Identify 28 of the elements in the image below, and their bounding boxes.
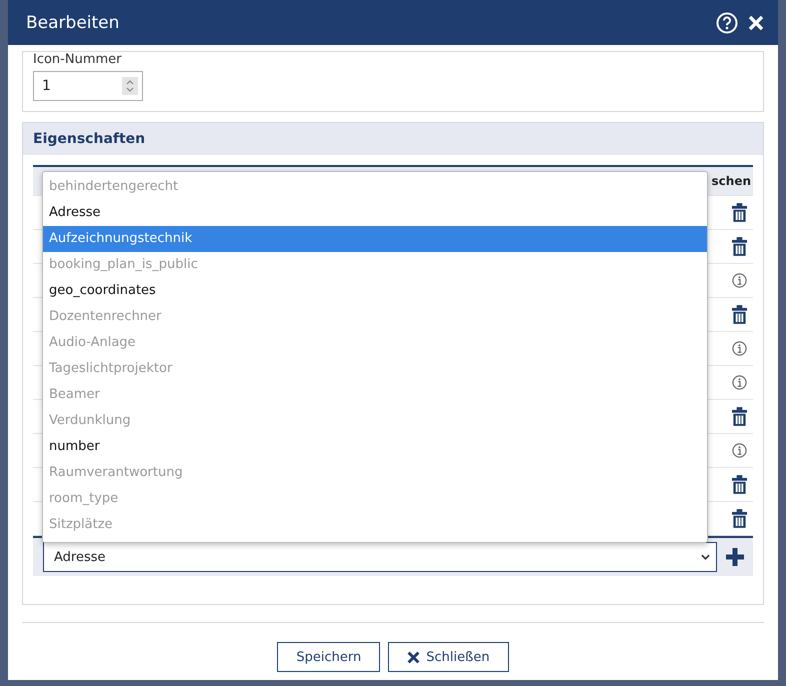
info-icon[interactable] [732, 375, 747, 390]
dropdown-option[interactable]: number [43, 434, 707, 460]
dropdown-option[interactable]: Adresse [43, 200, 707, 226]
dropdown-option[interactable]: Aufzeichnungstechnik [43, 226, 707, 252]
panel-title: Eigenschaften [33, 131, 146, 147]
close-icon[interactable] [748, 14, 764, 30]
trash-icon[interactable] [732, 237, 747, 256]
plus-icon[interactable] [725, 547, 745, 567]
trash-icon[interactable] [732, 509, 747, 528]
info-icon[interactable] [732, 341, 747, 356]
spinner-icon[interactable] [122, 77, 138, 95]
save-button[interactable]: Speichern [277, 642, 380, 672]
dialog-title: Bearbeiten [26, 12, 120, 32]
trash-icon[interactable] [732, 203, 747, 222]
close-icon [407, 650, 420, 664]
info-icon[interactable] [732, 273, 747, 288]
close-button[interactable]: Schließen [388, 642, 509, 672]
info-icon[interactable] [732, 443, 747, 458]
column-header: schen [712, 174, 751, 188]
number-input[interactable]: 1 [33, 71, 143, 101]
trash-icon[interactable] [732, 305, 747, 324]
chevron-icon [701, 554, 710, 560]
trash-icon[interactable] [732, 407, 747, 426]
field-label: Icon-Nummer [33, 52, 122, 67]
dropdown-option[interactable]: geo_coordinates [43, 278, 707, 304]
trash-icon[interactable] [732, 475, 747, 494]
select-field[interactable]: Adresse [43, 542, 717, 572]
help-icon[interactable] [716, 12, 738, 34]
